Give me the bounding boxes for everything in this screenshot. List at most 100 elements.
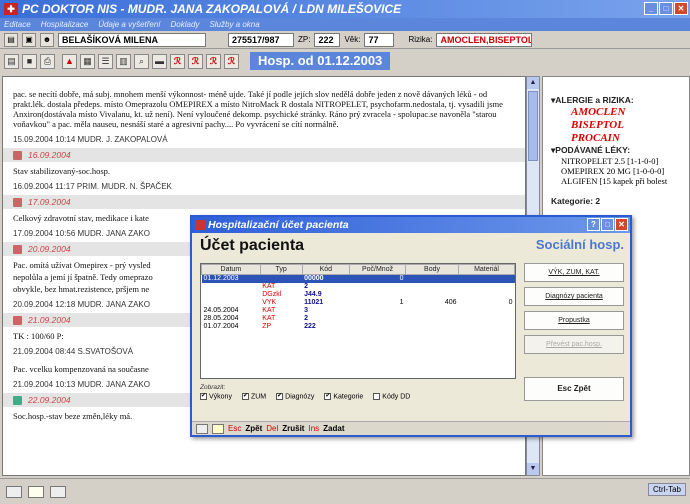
table-row[interactable]: 01.12.2003 00000 0: [201, 274, 515, 283]
note-icon[interactable]: [212, 423, 224, 434]
vyk-zum-kat-button[interactable]: VÝK, ZUM, KAT.: [524, 263, 624, 282]
prevest-button[interactable]: Převést pac.hosp.: [524, 335, 624, 354]
allergy-item: AMOCLEN: [571, 106, 626, 118]
cell-body: [405, 283, 458, 291]
table-row[interactable]: 01.07.2004 ZP 222: [202, 323, 515, 331]
propustka-button[interactable]: Propustka: [524, 311, 624, 330]
checkbox-icon[interactable]: ✔: [241, 393, 249, 400]
category-label: Kategorie: 2: [551, 196, 601, 206]
prescription-icon-1[interactable]: ℛ: [170, 53, 185, 69]
checkbox-icon[interactable]: ✔: [276, 393, 284, 400]
cell-datum: 28.05.2004: [203, 315, 239, 322]
filter-label: ZUM: [250, 393, 267, 401]
cell-kod: 00000: [302, 274, 350, 283]
search-icon[interactable]: ⌕: [134, 53, 149, 69]
print-icon[interactable]: ⎙: [40, 53, 55, 69]
table-row[interactable]: 24.05.2004 KAT 3: [202, 307, 515, 315]
warning-icon[interactable]: ▲: [62, 53, 77, 69]
status-icon[interactable]: [6, 485, 22, 498]
allergies-heading: ▾ALERGIE a RIZIKA:: [551, 95, 634, 105]
menu-doklady[interactable]: Doklady: [171, 20, 200, 29]
save-icon[interactable]: ■: [22, 53, 37, 69]
checkbox-icon[interactable]: [373, 393, 381, 400]
calendar-icon[interactable]: ▦: [80, 53, 95, 69]
dialog-help-icon[interactable]: ?: [587, 218, 600, 231]
cell-body: 406: [444, 299, 457, 306]
menu-editace[interactable]: Editace: [4, 20, 31, 29]
lab-icon[interactable]: ▥: [116, 53, 131, 69]
scroll-thumb[interactable]: [528, 91, 538, 161]
col-material[interactable]: Materiál: [458, 264, 515, 275]
cell-datum: [202, 299, 261, 307]
table-row[interactable]: DGzkl J44.9: [202, 291, 515, 299]
list-icon[interactable]: ☰: [98, 53, 113, 69]
footer-zrusit[interactable]: Zrušit: [282, 424, 304, 433]
note-icon: [13, 150, 22, 160]
col-typ[interactable]: Typ: [259, 264, 303, 275]
table-row[interactable]: VYK 11021 1 406 0: [202, 299, 515, 307]
filter-checkbox[interactable]: ✔ Diagnózy: [276, 393, 314, 400]
note-icon: [13, 395, 22, 405]
scroll-up-icon[interactable]: ▲: [527, 77, 539, 89]
table-row[interactable]: KAT 2: [202, 283, 515, 291]
keyboard-icon[interactable]: [196, 423, 208, 434]
status-icon[interactable]: [28, 485, 44, 498]
note-date: 21.09.2004: [28, 315, 71, 325]
note-date-header[interactable]: 17.09.2004: [3, 195, 525, 209]
menu-udaje[interactable]: Údaje a vyšetření: [98, 20, 160, 29]
account-grid[interactable]: Datum Typ Kód Poč/Množ Body Materiál 01.…: [200, 263, 516, 379]
dialog-maximize-icon[interactable]: □: [601, 218, 614, 231]
diagnozy-button[interactable]: Diagnózy pacienta: [524, 287, 624, 306]
ctrl-tab-hint[interactable]: Ctrl-Tab: [647, 483, 686, 496]
prescription-icon-4[interactable]: ℛ: [224, 53, 239, 69]
checkbox-icon[interactable]: ✔: [200, 393, 207, 400]
maximize-icon[interactable]: □: [659, 2, 673, 15]
footer-zadat[interactable]: Zadat: [323, 424, 344, 433]
note-date: 20.09.2004: [28, 244, 71, 254]
footer-zpet[interactable]: Zpět: [245, 424, 262, 433]
cell-datum: [202, 291, 261, 299]
filter-checkbox[interactable]: ✔ Kategorie: [324, 393, 363, 400]
col-kod[interactable]: Kód: [301, 264, 351, 275]
empty-row: [202, 355, 515, 363]
toolbar: ▤ ■ ⎙ ▲ ▦ ☰ ▥ ⌕ ▬ ℛ ℛ ℛ ℛ Hosp. od 01.12…: [0, 50, 690, 72]
filter-label: Diagnózy: [285, 393, 315, 401]
filter-checkbox[interactable]: ✔ ZUM: [241, 393, 267, 401]
card-icon[interactable]: ▤: [4, 32, 18, 47]
cell-poc: 1: [399, 299, 404, 306]
status-icon[interactable]: [50, 485, 66, 498]
checkbox-icon[interactable]: ✔: [324, 393, 332, 400]
cell-mat: [459, 283, 515, 291]
cell-datum: [202, 283, 261, 291]
window-titlebar: ✚ PC DOKTOR NIS - MUDR. JANA ZAKOPALOVÁ …: [0, 0, 690, 18]
close-icon[interactable]: ✕: [674, 2, 688, 15]
note-date-header[interactable]: 16.09.2004: [3, 148, 525, 162]
minimize-icon[interactable]: _: [644, 2, 658, 15]
col-poc[interactable]: Poč/Množ: [349, 264, 406, 275]
esc-zpet-button[interactable]: Esc Zpět: [524, 377, 624, 401]
graph-icon[interactable]: ▬: [152, 53, 167, 69]
filter-checkbox[interactable]: Kódy DD: [373, 393, 410, 400]
patient-id: 275517/987: [228, 32, 294, 47]
scroll-down-icon[interactable]: ▼: [527, 463, 539, 475]
medication-item: OMEPIREX 20 MG [1-0-0-0]: [561, 166, 665, 176]
folder-icon[interactable]: ▣: [22, 32, 36, 47]
table-row[interactable]: 28.05.2004 KAT 2: [202, 315, 515, 323]
dialog-icon: [195, 220, 205, 230]
filters-section: Zobrazit: ✔ Výkony ✔ ZUM ✔ Diagnózy ✔ Kategorie…: [200, 384, 516, 406]
col-body[interactable]: Body: [404, 264, 460, 275]
cell-typ: DGzkl: [262, 291, 282, 298]
prescription-icon-2[interactable]: ℛ: [188, 53, 203, 69]
doc-icon[interactable]: ▤: [4, 53, 19, 69]
col-datum[interactable]: Datum: [201, 264, 261, 275]
patient-icon[interactable]: ☻: [40, 32, 54, 47]
cell-typ: KAT: [262, 283, 276, 290]
dialog-close-icon[interactable]: ✕: [615, 218, 628, 231]
prescription-icon-3[interactable]: ℛ: [206, 53, 221, 69]
cell-typ: VYK: [262, 299, 277, 306]
menu-sluzby[interactable]: Služby a okna: [209, 20, 259, 29]
dialog-title: Hospitalizační účet pacienta: [208, 219, 349, 231]
dialog-heading: Účet pacienta: [200, 237, 305, 254]
menu-hospitalizace[interactable]: Hospitalizace: [41, 20, 89, 29]
filter-checkbox[interactable]: ✔ Výkony: [200, 393, 232, 400]
